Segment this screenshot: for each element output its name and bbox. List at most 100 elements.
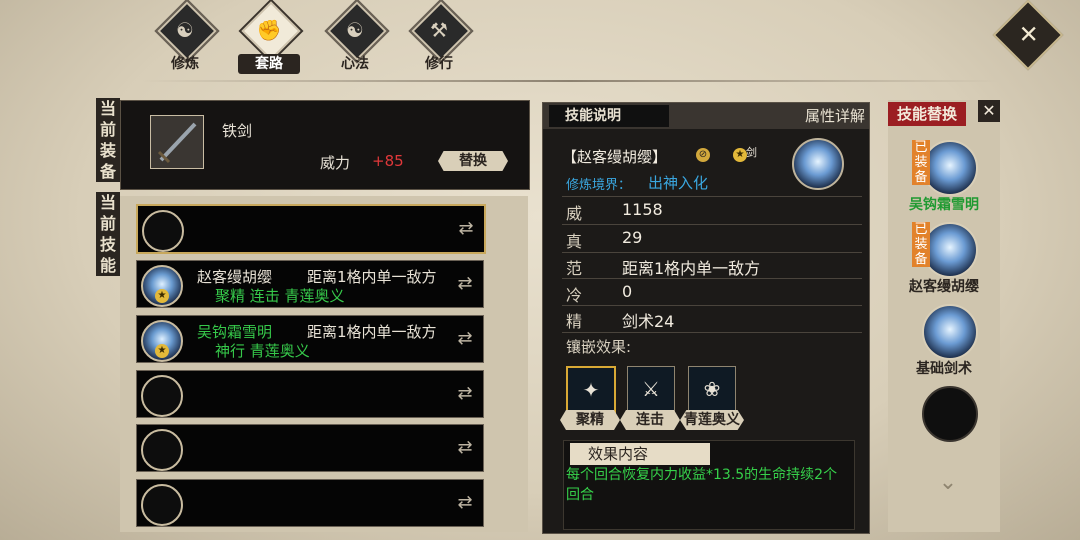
- empty-slot-circle: [141, 375, 183, 417]
- side-char: 前: [99, 120, 116, 139]
- skill-name: 吴钩霜雪明: [197, 323, 273, 341]
- star-badge-icon: ★: [155, 344, 169, 358]
- stat-divider: [562, 332, 862, 333]
- fist-icon: ✊: [256, 18, 282, 42]
- tab-label: 心法: [341, 56, 369, 72]
- gem-label: 连击: [620, 410, 680, 430]
- inlay-label: 镶嵌效果:: [566, 338, 632, 356]
- combo-icon: ⚔: [642, 377, 660, 401]
- gem-label: 聚精: [560, 410, 620, 430]
- gem-slot-focus[interactable]: ✦: [566, 366, 616, 416]
- replace-skill-name: 吴钩霜雪明: [909, 197, 979, 213]
- stat-key: 真: [566, 232, 583, 251]
- stat-divider: [562, 224, 862, 225]
- stat-divider: [562, 252, 862, 253]
- swap-icon[interactable]: ⇄: [453, 492, 477, 514]
- effect-description: 每个回合恢复内力收益*13.5的生命持续2个回合: [566, 467, 838, 503]
- replace-skill-slot[interactable]: [922, 304, 978, 360]
- tab-attribute-detail[interactable]: 属性详解: [805, 105, 865, 127]
- replace-skill-slot[interactable]: [922, 140, 978, 196]
- cultivate-icon: ☯: [176, 18, 194, 42]
- scroll-down-icon[interactable]: ⌄: [930, 470, 966, 496]
- stat-divider: [562, 196, 862, 197]
- skill-range: 距离1格内单一敌方: [307, 323, 437, 341]
- star-badge-icon: ★: [155, 289, 169, 303]
- detail-skill-name: 【赵客缦胡缨】: [562, 148, 668, 166]
- sword-icon: [157, 122, 197, 164]
- realm-value: 出神入化: [648, 174, 709, 192]
- detail-header: 技能说明 属性详解: [543, 103, 869, 129]
- side-char: 备: [99, 162, 116, 181]
- stat-value: 0: [622, 282, 633, 301]
- skills-side-label: 当 前 技 能: [96, 192, 120, 276]
- replace-skill-name: 赵客缦胡缨: [909, 279, 979, 295]
- yinyang-icon: ☯: [346, 18, 364, 42]
- weapon-type-tag: 剑: [746, 146, 757, 159]
- equipped-badge: 已装备: [912, 222, 930, 267]
- stat-key: 威: [566, 204, 583, 223]
- stat-divider: [562, 278, 862, 279]
- side-char: 当: [99, 99, 116, 118]
- stat-value: 29: [622, 228, 643, 247]
- replace-skill-name: 基础剑术: [916, 361, 972, 377]
- replace-skill-slot[interactable]: [922, 222, 978, 278]
- skill-slot-3[interactable]: ★ 吴钩霜雪明 距离1格内单一敌方 神行 青莲奥义 ⇄: [136, 315, 484, 363]
- side-char: 能: [99, 256, 116, 275]
- focus-icon: ✦: [582, 378, 600, 402]
- side-char: 当: [99, 193, 116, 212]
- side-char: 装: [99, 141, 116, 160]
- lotus-icon: ❀: [703, 377, 721, 401]
- skill-name: 赵客缦胡缨: [197, 268, 273, 286]
- skill-slot-5[interactable]: ⇄: [136, 424, 484, 472]
- skill-tags: 聚精 连击 青莲奥义: [215, 287, 345, 305]
- close-button[interactable]: ✕: [992, 0, 1064, 71]
- stat-key: 范: [566, 259, 583, 278]
- tab-routine[interactable]: ✊ 套路: [234, 0, 304, 74]
- equipment-side-label: 当 前 装 备: [96, 98, 120, 182]
- swap-icon[interactable]: ⇄: [453, 383, 477, 405]
- replace-panel-title: 技能替换: [888, 102, 966, 126]
- stat-value: 剑术24: [622, 312, 675, 331]
- effect-title: 效果内容: [570, 443, 710, 465]
- realm-label: 修炼境界：: [566, 178, 632, 193]
- skill-range: 距离1格内单一敌方: [307, 268, 437, 286]
- skill-slot-1[interactable]: ⇄: [136, 204, 486, 254]
- stat-divider: [562, 305, 862, 306]
- skill-slot-6[interactable]: ⇄: [136, 479, 484, 527]
- swap-icon[interactable]: ⇄: [454, 218, 478, 240]
- replace-button[interactable]: 替换: [438, 151, 508, 171]
- tab-label: 修炼: [171, 56, 199, 72]
- tab-label: 修行: [425, 56, 453, 72]
- replace-skill-slot-empty[interactable]: [922, 386, 978, 442]
- swap-icon[interactable]: ⇄: [453, 273, 477, 295]
- gem-slot-combo[interactable]: ⚔: [627, 366, 675, 414]
- tab-skill-description[interactable]: 技能说明: [549, 105, 669, 127]
- skill-slot-2[interactable]: ★ 赵客缦胡缨 距离1格内单一敌方 聚精 连击 青莲奥义 ⇄: [136, 260, 484, 308]
- detail-skill-icon: [792, 138, 844, 190]
- header-divider: [140, 80, 1000, 82]
- star-badge-icon: ★: [733, 148, 747, 162]
- weapon-name: 铁剑: [222, 122, 253, 140]
- tab-mind[interactable]: ☯ 心法: [320, 0, 390, 72]
- empty-slot-circle: [141, 484, 183, 526]
- scroll-icon: ⚒: [430, 18, 448, 42]
- replace-panel-close-button[interactable]: ✕: [978, 100, 1000, 122]
- side-char: 前: [99, 214, 116, 233]
- skill-slot-4[interactable]: ⇄: [136, 370, 484, 418]
- tab-label: 套路: [238, 54, 300, 74]
- close-icon: ✕: [1018, 20, 1039, 49]
- edit-icon[interactable]: ⊘: [696, 148, 710, 162]
- stat-value: 1158: [622, 200, 663, 219]
- power-label: 威力: [320, 154, 351, 172]
- swap-icon[interactable]: ⇄: [453, 328, 477, 350]
- weapon-slot[interactable]: [150, 115, 204, 169]
- stat-key: 精: [566, 312, 583, 331]
- stat-value: 距离1格内单一敌方: [622, 259, 761, 278]
- equipped-badge: 已装备: [912, 140, 930, 185]
- empty-slot-circle: [142, 210, 184, 252]
- tab-practice[interactable]: ⚒ 修行: [404, 0, 474, 72]
- empty-slot-circle: [141, 429, 183, 471]
- tab-cultivate[interactable]: ☯ 修炼: [150, 0, 220, 72]
- gem-slot-lotus[interactable]: ❀: [688, 366, 736, 414]
- swap-icon[interactable]: ⇄: [453, 437, 477, 459]
